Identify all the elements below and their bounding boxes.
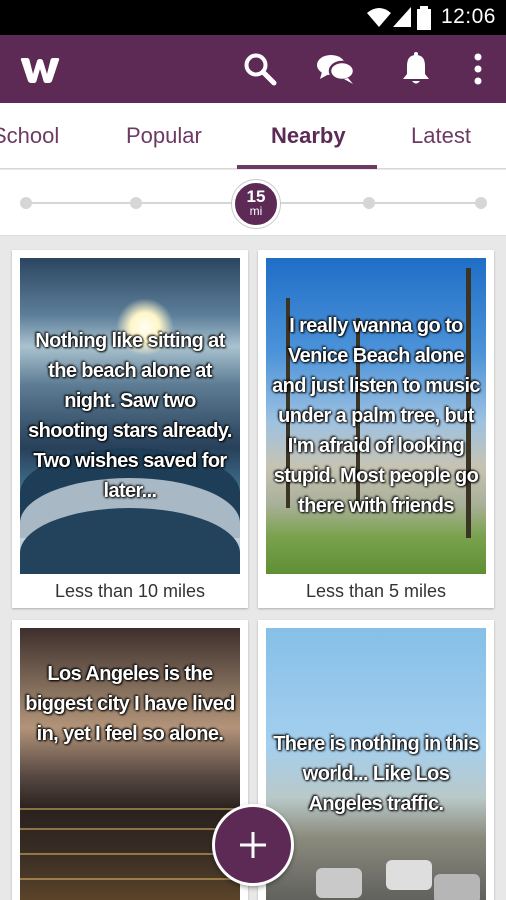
- slider-thumb[interactable]: 15 mi: [232, 180, 280, 228]
- feed-tabs: School Popular Nearby Latest: [0, 103, 506, 169]
- tab-selected-indicator: [237, 165, 377, 169]
- whisper-distance: Less than 10 miles: [54, 581, 206, 601]
- whisper-image: Los Angeles is the biggest city I have l…: [20, 628, 240, 900]
- whisper-text: There is nothing in this world... Like L…: [273, 733, 479, 815]
- tab-nearby[interactable]: Nearby: [271, 123, 346, 149]
- whisper-distance: Less than 5 miles: [305, 581, 447, 601]
- app-bar: [0, 35, 506, 103]
- search-icon: [244, 53, 277, 86]
- whisper-text: I really wanna go to Venice Beach alone …: [272, 315, 480, 517]
- tab-school[interactable]: School: [0, 123, 59, 149]
- tab-popular[interactable]: Popular: [126, 123, 202, 149]
- status-time: 12:06: [440, 5, 496, 28]
- bell-icon: [403, 52, 429, 84]
- slider-stop[interactable]: [130, 197, 142, 209]
- cellular-signal-icon: [393, 7, 411, 27]
- tab-latest[interactable]: Latest: [411, 123, 471, 149]
- new-whisper-button[interactable]: [212, 804, 294, 886]
- distance-unit: mi: [249, 204, 263, 218]
- plus-icon: [240, 832, 266, 858]
- whisper-card[interactable]: I really wanna go to Venice Beach alone …: [258, 250, 494, 608]
- slider-stop[interactable]: [20, 197, 32, 209]
- status-bar: 12:06: [0, 0, 506, 35]
- whisper-text: Los Angeles is the biggest city I have l…: [25, 663, 235, 745]
- slider-stop[interactable]: [363, 197, 375, 209]
- whisper-image: I really wanna go to Venice Beach alone …: [266, 258, 486, 574]
- battery-icon: [417, 6, 431, 30]
- whisper-text: Nothing like sitting at the beach alone …: [28, 330, 232, 502]
- whisper-image: There is nothing in this world... Like L…: [266, 628, 486, 900]
- whisper-logo[interactable]: [18, 48, 62, 88]
- search-button[interactable]: [240, 51, 280, 87]
- app-screen: 12:06 chool Popular Nearby Latest 15 mi …: [0, 0, 506, 900]
- wifi-icon: [367, 8, 391, 27]
- whisper-image: Nothing like sitting at the beach alone …: [20, 258, 240, 574]
- messages-button[interactable]: [316, 51, 356, 87]
- whisper-card[interactable]: There is nothing in this world... Like L…: [258, 620, 494, 900]
- slider-stop[interactable]: [475, 197, 487, 209]
- distance-value: 15: [246, 187, 266, 206]
- distance-slider[interactable]: 15 mi: [0, 170, 506, 236]
- whisper-card[interactable]: Los Angeles is the biggest city I have l…: [12, 620, 248, 900]
- whisper-card[interactable]: Nothing like sitting at the beach alone …: [12, 250, 248, 608]
- notifications-button[interactable]: [396, 51, 436, 87]
- chat-bubbles-icon: [317, 55, 356, 84]
- overflow-menu-button[interactable]: [460, 51, 496, 87]
- more-vertical-icon: [474, 53, 482, 85]
